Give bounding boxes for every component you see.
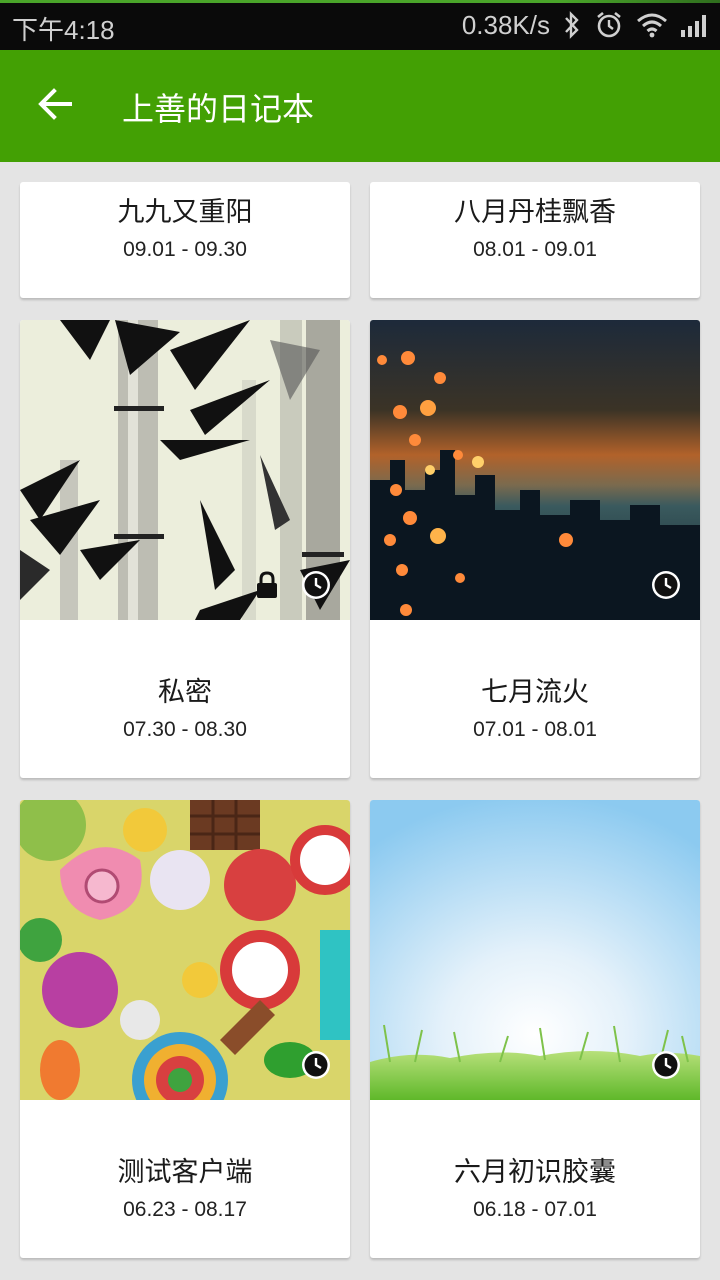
notebook-dates: 08.01 - 09.01 — [473, 238, 597, 261]
notebook-title: 九九又重阳 — [117, 197, 253, 228]
status-time: 下午4:18 — [12, 15, 115, 45]
notebook-dates: 06.18 - 07.01 — [473, 1198, 597, 1221]
page-title: 上善的日记本 — [122, 90, 315, 128]
notebook-title: 私密 — [158, 677, 212, 708]
network-speed: 0.38K/s — [461, 9, 550, 40]
notebook-title: 测试客户端 — [117, 1157, 253, 1188]
notebook-card[interactable]: 六月初识胶囊 06.18 - 07.01 — [370, 800, 700, 1258]
notebook-title: 八月丹桂飘香 — [454, 197, 616, 228]
back-button[interactable] — [28, 78, 84, 134]
notebook-title: 六月初识胶囊 — [454, 1157, 616, 1188]
notebook-card[interactable]: 测试客户端 06.23 - 08.17 — [20, 800, 350, 1258]
progress-line — [0, 0, 720, 3]
clock-icon — [651, 1050, 681, 1080]
bluetooth-icon — [562, 11, 582, 39]
notebook-card[interactable]: 八月丹桂飘香 08.01 - 09.01 — [370, 182, 700, 298]
notebook-dates: 07.30 - 08.30 — [123, 718, 247, 741]
lock-icon — [252, 570, 282, 600]
signal-icon — [680, 12, 710, 38]
notebook-dates: 07.01 - 08.01 — [473, 718, 597, 741]
status-bar: 下午4:18 0.38K/s — [0, 0, 720, 50]
status-icons: 0.38K/s — [462, 8, 710, 42]
clock-icon — [301, 1050, 331, 1080]
notebook-card[interactable]: 私密 07.30 - 08.30 — [20, 320, 350, 778]
notebook-card[interactable]: 九九又重阳 09.01 - 09.30 — [20, 182, 350, 298]
notebook-title: 七月流火 — [481, 677, 589, 708]
notebook-dates: 06.23 - 08.17 — [123, 1198, 247, 1221]
clock-icon — [301, 570, 331, 600]
alarm-icon — [594, 10, 624, 40]
app-bar: 上善的日记本 — [0, 50, 720, 162]
clock-icon — [651, 570, 681, 600]
notebook-dates: 09.01 - 09.30 — [123, 238, 247, 261]
wifi-icon — [636, 12, 668, 38]
arrow-left-icon — [36, 84, 76, 128]
notebook-card[interactable]: 七月流火 07.01 - 08.01 — [370, 320, 700, 778]
